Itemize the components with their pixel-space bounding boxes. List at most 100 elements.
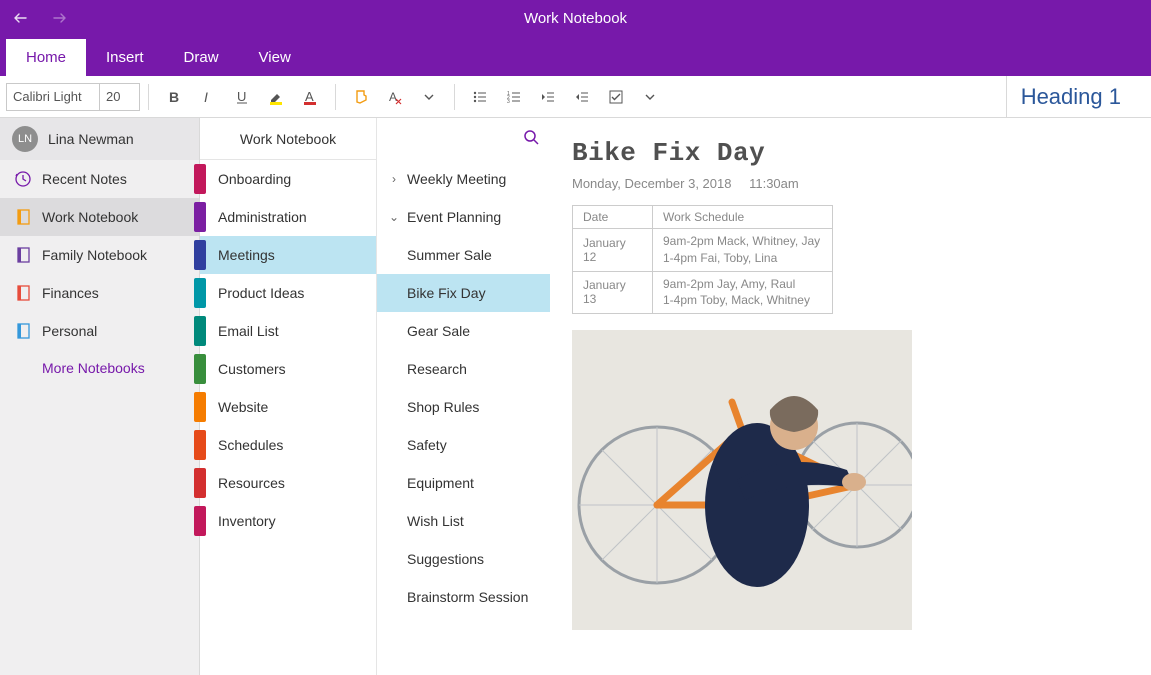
format-painter-button[interactable]	[344, 80, 378, 114]
ribbon: B I U A A 123 Heading 1	[0, 76, 1151, 118]
section-label: Onboarding	[218, 171, 291, 187]
notebook-label: Family Notebook	[42, 247, 147, 263]
clear-format-button[interactable]: A	[378, 80, 412, 114]
page-brainstorm[interactable]: Brainstorm Session	[377, 578, 550, 616]
section-tab-icon	[194, 506, 206, 536]
page-event-planning[interactable]: ⌄Event Planning	[377, 198, 550, 236]
avatar: LN	[12, 126, 38, 152]
table-row[interactable]: January 13 9am-2pm Jay, Amy, Raul1-4pm T…	[573, 271, 833, 314]
user-row[interactable]: LN Lina Newman	[0, 118, 199, 160]
page-label: Event Planning	[407, 209, 501, 225]
table-cell: 9am-2pm Mack, Whitney, Jay1-4pm Fai, Tob…	[653, 229, 833, 272]
separator	[148, 84, 149, 110]
svg-text:3: 3	[507, 99, 510, 105]
highlight-button[interactable]	[259, 80, 293, 114]
notebook-icon	[14, 246, 32, 264]
notebook-work[interactable]: Work Notebook	[0, 198, 199, 236]
page-research[interactable]: Research	[377, 350, 550, 388]
section-resources[interactable]: Resources	[200, 464, 376, 502]
body: LN Lina Newman Recent Notes Work Noteboo…	[0, 118, 1151, 675]
page-summer-sale[interactable]: Summer Sale	[377, 236, 550, 274]
section-tab-icon	[194, 468, 206, 498]
font-color-button[interactable]: A	[293, 80, 327, 114]
notebook-label: Recent Notes	[42, 171, 127, 187]
page-label: Bike Fix Day	[407, 285, 486, 301]
sections-header: Work Notebook	[200, 118, 376, 160]
sidebar: LN Lina Newman Recent Notes Work Noteboo…	[0, 118, 200, 675]
section-product-ideas[interactable]: Product Ideas	[200, 274, 376, 312]
svg-text:A: A	[305, 89, 314, 104]
user-name: Lina Newman	[48, 131, 134, 147]
section-label: Customers	[218, 361, 286, 377]
page-label: Summer Sale	[407, 247, 492, 263]
section-tab-icon	[194, 202, 206, 232]
table-header: Work Schedule	[653, 206, 833, 229]
schedule-table[interactable]: Date Work Schedule January 12 9am-2pm Ma…	[572, 205, 833, 314]
section-administration[interactable]: Administration	[200, 198, 376, 236]
bullet-list-button[interactable]	[463, 80, 497, 114]
section-label: Website	[218, 399, 268, 415]
section-website[interactable]: Website	[200, 388, 376, 426]
page-wish-list[interactable]: Wish List	[377, 502, 550, 540]
notebook-personal[interactable]: Personal	[0, 312, 199, 350]
number-list-button[interactable]: 123	[497, 80, 531, 114]
content-area[interactable]: Bike Fix Day Monday, December 3, 2018 11…	[550, 118, 1151, 675]
tab-home[interactable]: Home	[6, 39, 86, 76]
bold-button[interactable]: B	[157, 80, 191, 114]
tab-draw[interactable]: Draw	[164, 39, 239, 76]
page-gear-sale[interactable]: Gear Sale	[377, 312, 550, 350]
page-shop-rules[interactable]: Shop Rules	[377, 388, 550, 426]
section-customers[interactable]: Customers	[200, 350, 376, 388]
outdent-button[interactable]	[531, 80, 565, 114]
page-meta: Monday, December 3, 2018 11:30am	[572, 176, 1129, 191]
page-label: Research	[407, 361, 467, 377]
section-schedules[interactable]: Schedules	[200, 426, 376, 464]
tab-insert[interactable]: Insert	[86, 39, 164, 76]
search-icon[interactable]	[522, 128, 540, 151]
table-cell: January 13	[573, 271, 653, 314]
svg-text:U: U	[237, 89, 246, 104]
forward-button[interactable]	[40, 0, 80, 36]
indent-button[interactable]	[565, 80, 599, 114]
section-label: Email List	[218, 323, 279, 339]
underline-button[interactable]: U	[225, 80, 259, 114]
back-button[interactable]	[0, 0, 40, 36]
app-window: Work Notebook Home Insert Draw View B I …	[0, 0, 1151, 675]
notebook-finances[interactable]: Finances	[0, 274, 199, 312]
page-bike-fix-day[interactable]: Bike Fix Day	[377, 274, 550, 312]
section-onboarding[interactable]: Onboarding	[200, 160, 376, 198]
page-safety[interactable]: Safety	[377, 426, 550, 464]
font-size-input[interactable]	[100, 83, 140, 111]
section-inventory[interactable]: Inventory	[200, 502, 376, 540]
svg-text:A: A	[389, 90, 397, 104]
page-title[interactable]: Bike Fix Day	[572, 138, 1129, 168]
todo-button[interactable]	[599, 80, 633, 114]
notebook-family[interactable]: Family Notebook	[0, 236, 199, 274]
tab-view[interactable]: View	[239, 39, 311, 76]
content-image[interactable]	[572, 330, 912, 630]
notebook-label: Finances	[42, 285, 99, 301]
section-label: Administration	[218, 209, 307, 225]
separator	[454, 84, 455, 110]
page-time: 11:30am	[749, 176, 799, 191]
section-label: Resources	[218, 475, 285, 491]
more-font-button[interactable]	[412, 80, 446, 114]
page-weekly-meeting[interactable]: ›Weekly Meeting	[377, 160, 550, 198]
more-paragraph-button[interactable]	[633, 80, 667, 114]
page-equipment[interactable]: Equipment	[377, 464, 550, 502]
section-meetings[interactable]: Meetings	[200, 236, 376, 274]
section-email-list[interactable]: Email List	[200, 312, 376, 350]
notebook-label: Work Notebook	[42, 209, 138, 225]
page-suggestions[interactable]: Suggestions	[377, 540, 550, 578]
style-heading[interactable]: Heading 1	[1006, 76, 1145, 118]
section-tab-icon	[194, 430, 206, 460]
notebook-recent[interactable]: Recent Notes	[0, 160, 199, 198]
more-notebooks-link[interactable]: More Notebooks	[0, 350, 199, 386]
italic-button[interactable]: I	[191, 80, 225, 114]
section-label: Inventory	[218, 513, 276, 529]
page-label: Wish List	[407, 513, 464, 529]
notebook-label: Personal	[42, 323, 97, 339]
font-name-input[interactable]	[6, 83, 100, 111]
pages-column: ›Weekly Meeting ⌄Event Planning Summer S…	[376, 118, 550, 675]
table-row[interactable]: January 12 9am-2pm Mack, Whitney, Jay1-4…	[573, 229, 833, 272]
